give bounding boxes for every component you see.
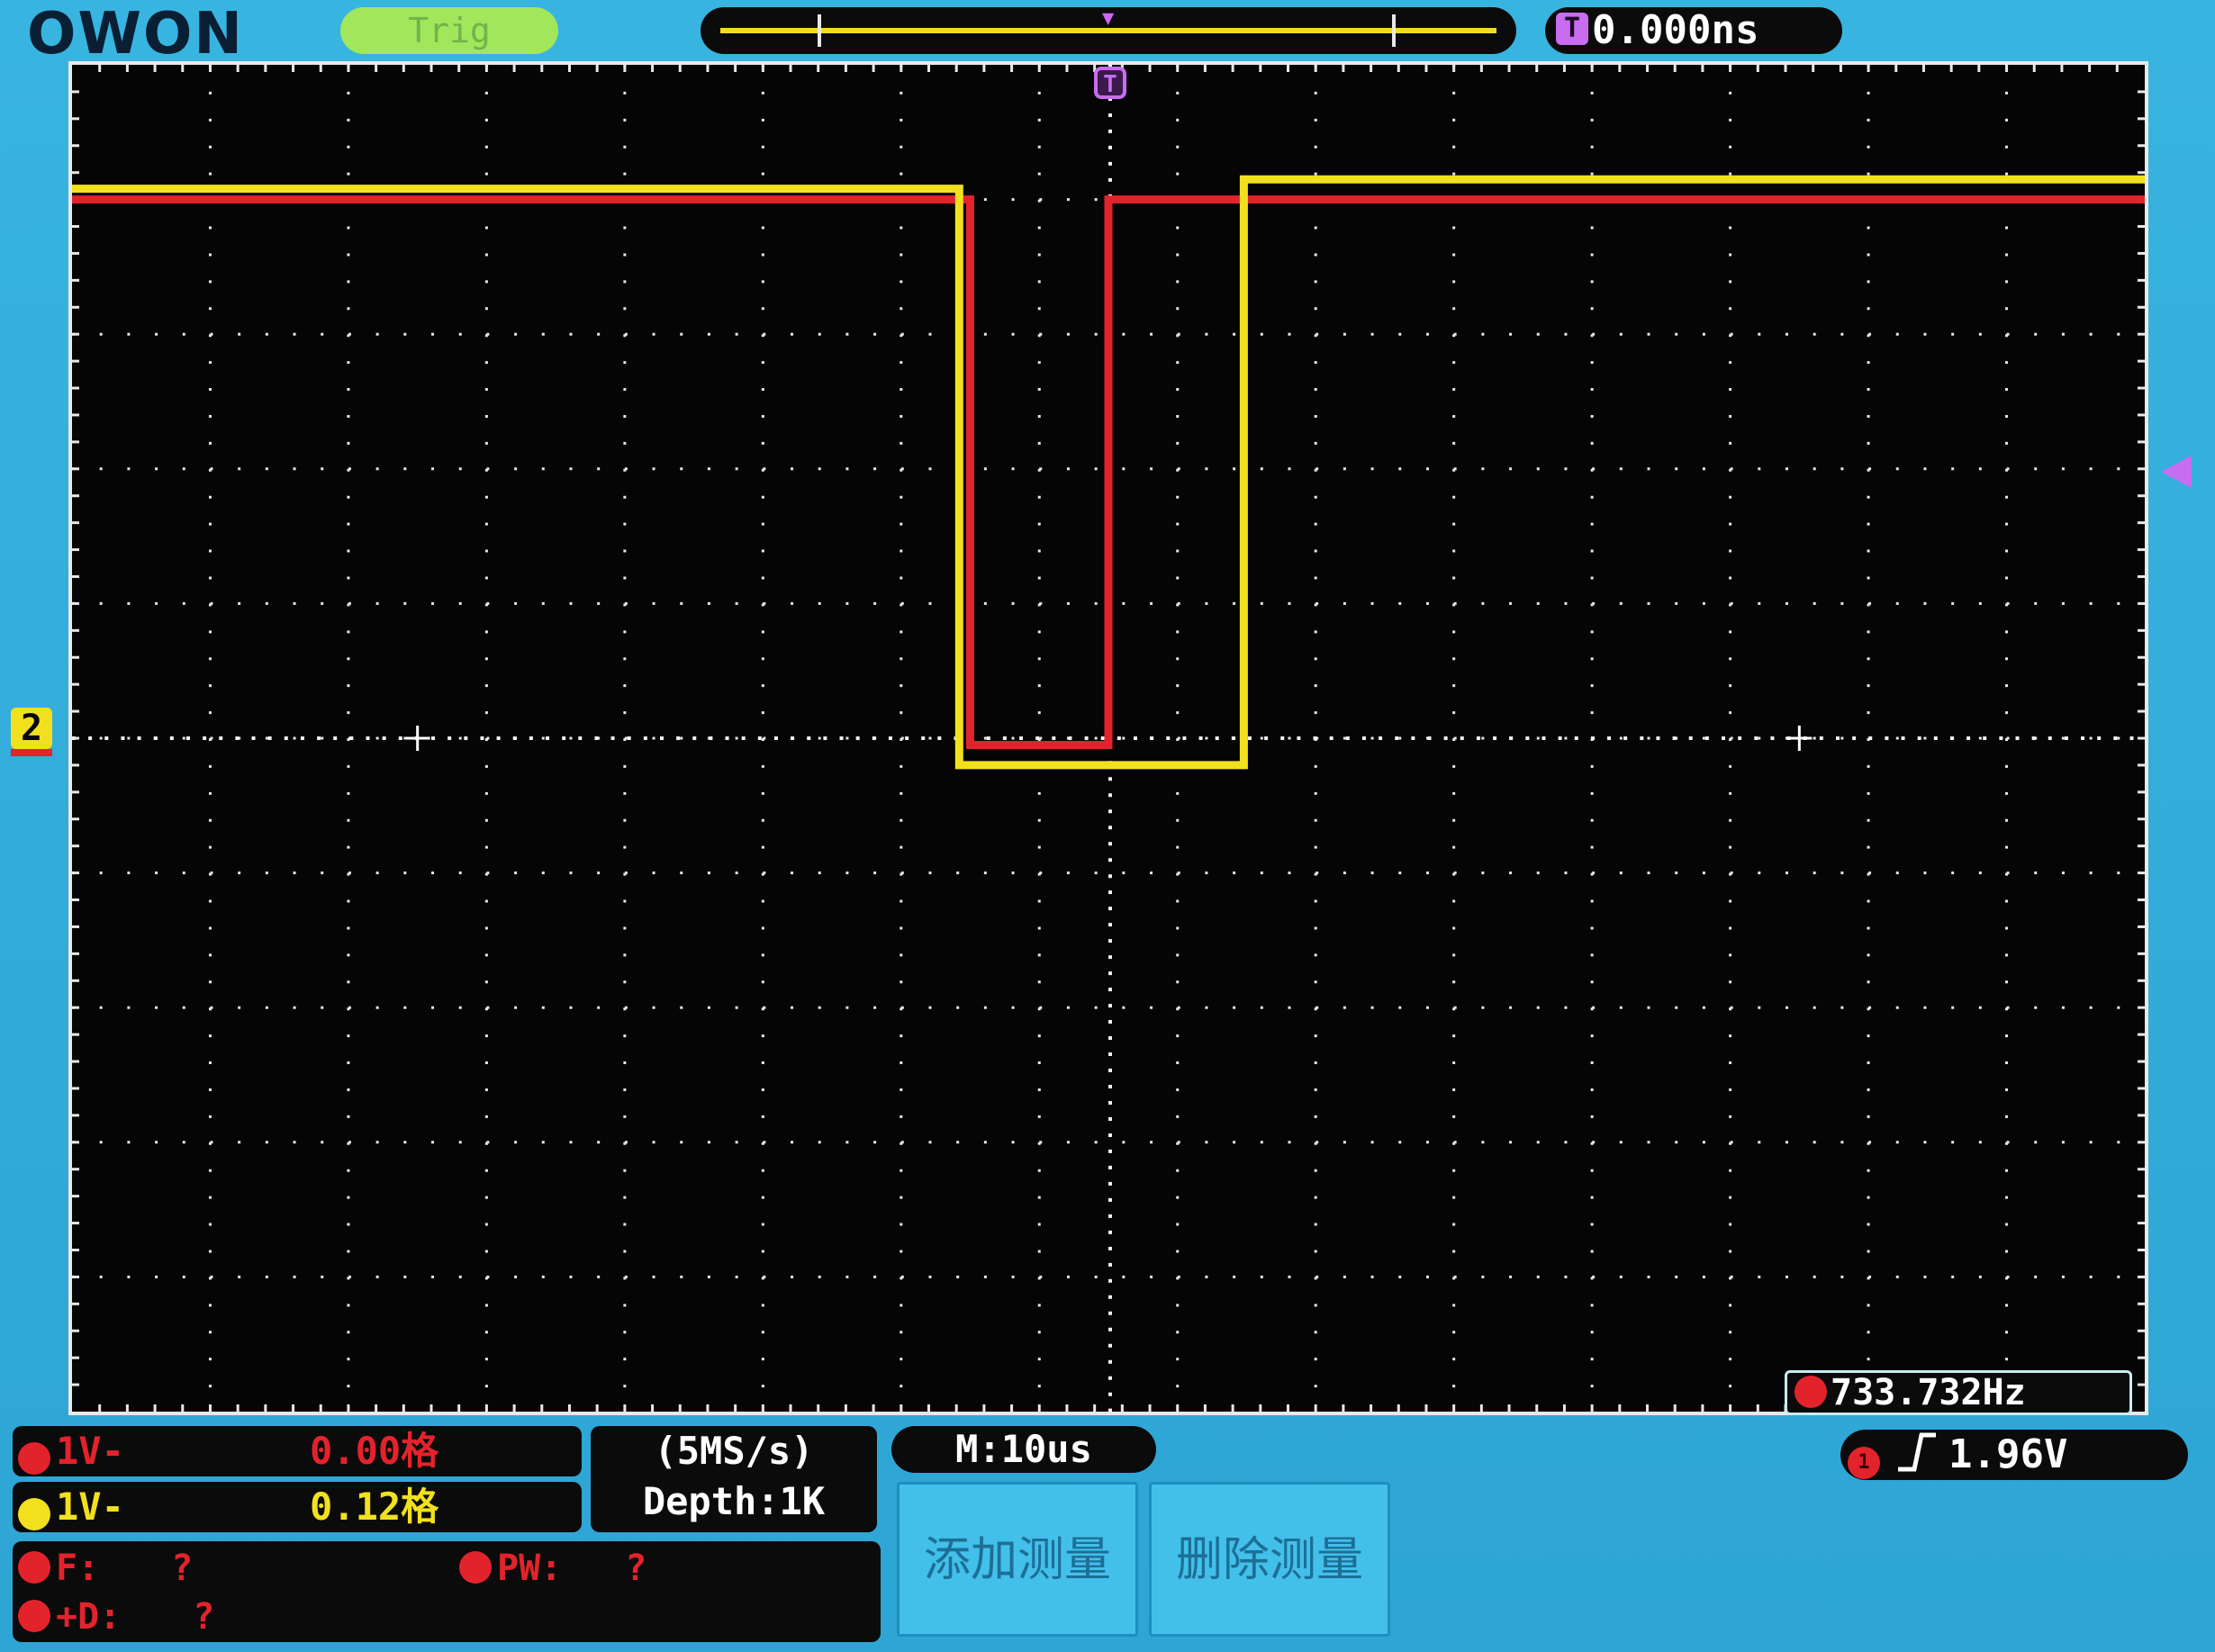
acquisition-info[interactable]: (5MS/s) Depth:1K bbox=[591, 1426, 877, 1532]
ch2-scale: 1V- bbox=[56, 1485, 124, 1529]
trigger-delay-value: 0.000ns bbox=[1592, 7, 1759, 53]
ch1-offset: 0.00格 bbox=[310, 1429, 439, 1473]
trigger-position-marker-icon: ▼ bbox=[1102, 7, 1115, 30]
waveform-graticule: T bbox=[72, 65, 2145, 1412]
trigger-position-label: T bbox=[1103, 71, 1117, 98]
add-measurement-button[interactable]: 添加测量 bbox=[897, 1482, 1138, 1637]
trigger-settings[interactable]: 1 1.96V bbox=[1840, 1430, 2188, 1480]
frequency-value: 733.732Hz bbox=[1831, 1372, 2026, 1413]
measurement-label: F: bbox=[56, 1548, 100, 1589]
ch1-scale: 1V- bbox=[56, 1429, 124, 1473]
ch1-dot-icon bbox=[459, 1551, 492, 1584]
measurement-label: PW: bbox=[497, 1548, 563, 1589]
view-window-right-bracket bbox=[1392, 14, 1396, 47]
trigger-level-value: 1.96V bbox=[1948, 1431, 2068, 1477]
ch1-waveform bbox=[72, 195, 2145, 749]
ch1-settings[interactable]: 1V- 0.00格 bbox=[13, 1426, 582, 1476]
measurement-pulse-width: PW:? bbox=[459, 1547, 646, 1590]
sample-rate: (5MS/s) bbox=[654, 1429, 814, 1473]
ch1-dot-icon bbox=[18, 1551, 50, 1584]
ch1-ground-marker[interactable] bbox=[11, 749, 52, 756]
memory-depth: Depth:1K bbox=[642, 1479, 826, 1523]
measurement-value: ? bbox=[193, 1596, 215, 1638]
ch2-dot-icon bbox=[18, 1497, 50, 1530]
trigger-status-indicator: Trig bbox=[340, 7, 558, 54]
ch2-ground-marker[interactable]: 2 bbox=[11, 708, 52, 749]
owon-logo: OWON bbox=[27, 1, 244, 68]
ch1-dot-icon bbox=[1795, 1376, 1827, 1408]
measurement-value: ? bbox=[171, 1548, 194, 1589]
ch2-settings[interactable]: 1V- 0.12格 bbox=[13, 1482, 582, 1532]
measurement-value: ? bbox=[625, 1548, 647, 1589]
ch1-dot-icon bbox=[18, 1441, 50, 1475]
trigger-delay-readout[interactable]: T 0.000ns bbox=[1545, 7, 1842, 54]
trigger-badge-icon: T bbox=[1556, 13, 1588, 45]
waveform-display[interactable]: T bbox=[68, 61, 2148, 1415]
memory-position-bar[interactable]: ▼ bbox=[701, 7, 1516, 54]
rising-edge-icon bbox=[1894, 1430, 1938, 1487]
oscilloscope-frame: OWON Trig ▼ T 0.000ns T 2 733.732Hz 1V- 0… bbox=[0, 0, 2215, 1652]
trigger-level-arrow-icon[interactable] bbox=[2161, 456, 2192, 488]
measurement-panel: F:? PW:? +D:? bbox=[13, 1541, 881, 1642]
ch1-dot-icon bbox=[18, 1600, 50, 1632]
frequency-readout: 733.732Hz bbox=[1785, 1370, 2132, 1415]
ch2-offset: 0.12格 bbox=[310, 1485, 439, 1529]
view-window-left-bracket bbox=[818, 14, 821, 47]
delete-measurement-button[interactable]: 删除测量 bbox=[1149, 1482, 1390, 1637]
trigger-source-icon: 1 bbox=[1848, 1447, 1880, 1479]
measurement-label: +D: bbox=[56, 1596, 122, 1638]
timebase-readout[interactable]: M:10us bbox=[891, 1426, 1156, 1473]
measurement-positive-duty: +D:? bbox=[18, 1595, 214, 1638]
measurement-frequency: F:? bbox=[18, 1547, 193, 1590]
